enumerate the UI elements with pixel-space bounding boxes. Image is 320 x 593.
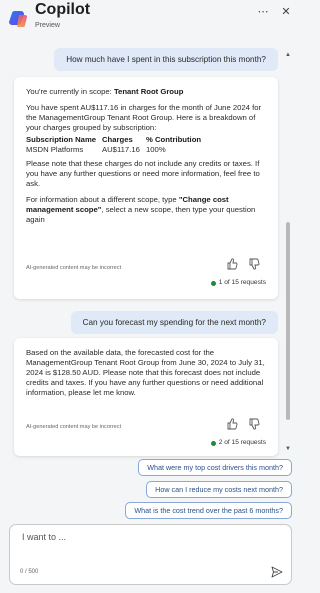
ai-disclaimer: AI-generated content may be incorrect bbox=[26, 265, 122, 271]
charges-note: Please note that these charges do not in… bbox=[26, 159, 260, 188]
send-icon[interactable] bbox=[271, 566, 283, 578]
column-header: % Contribution bbox=[146, 135, 202, 144]
table-row: MSDN Platforms AU$117.16 100% bbox=[26, 145, 266, 155]
scroll-thumb[interactable] bbox=[286, 222, 290, 420]
assistant-message: You're currently in scope: Tenant Root G… bbox=[14, 77, 278, 299]
assistant-message: Based on the available data, the forecas… bbox=[14, 338, 278, 456]
scope-tip-text: For information about a different scope,… bbox=[26, 195, 179, 204]
suggestion-chip[interactable]: How can I reduce my costs next month? bbox=[146, 481, 292, 498]
app-subtitle: Preview bbox=[35, 22, 60, 29]
close-icon[interactable]: ✕ bbox=[279, 5, 293, 19]
request-counter: 1 of 15 requests bbox=[210, 278, 266, 288]
request-count: 1 of 15 requests bbox=[218, 279, 266, 286]
scope-name: Tenant Root Group bbox=[113, 87, 184, 96]
chat-transcript: How much have I spent in this subscripti… bbox=[0, 40, 300, 460]
app-title: Copilot bbox=[35, 1, 91, 18]
request-counter: 2 of 15 requests bbox=[210, 438, 266, 448]
ai-disclaimer: AI-generated content may be incorrect bbox=[26, 424, 122, 430]
scope-prefix: You're currently in scope: bbox=[26, 87, 114, 96]
scroll-down-arrow-icon[interactable]: ▼ bbox=[285, 446, 291, 452]
scope-line: You're currently in scope: Tenant Root G… bbox=[26, 87, 266, 97]
column-header: Charges bbox=[102, 135, 133, 144]
thumbs-down-icon[interactable] bbox=[248, 258, 260, 270]
suggestion-chip[interactable]: What is the cost trend over the past 6 m… bbox=[125, 502, 292, 519]
user-message: Can you forecast my spending for the nex… bbox=[70, 311, 278, 334]
suggestion-chip[interactable]: What were my top cost drivers this month… bbox=[138, 459, 292, 476]
table-cell: 100% bbox=[146, 145, 166, 154]
table-cell: AU$117.16 bbox=[102, 145, 140, 154]
message-input[interactable] bbox=[20, 531, 264, 543]
table-header: Subscription Name Charges % Contribution bbox=[26, 135, 266, 145]
copilot-logo-icon bbox=[9, 10, 27, 27]
request-count: 2 of 15 requests bbox=[218, 439, 266, 446]
status-dot bbox=[210, 440, 216, 446]
status-dot bbox=[210, 280, 216, 286]
user-message: How much have I spent in this subscripti… bbox=[54, 48, 278, 71]
character-counter: 0 / 500 bbox=[20, 569, 39, 575]
header: Copilot Preview ⋯ ✕ bbox=[0, 0, 300, 40]
chat-scrollbar[interactable]: ▲ ▼ bbox=[285, 52, 291, 454]
thumbs-up-icon[interactable] bbox=[226, 258, 238, 270]
message-composer: 0 / 500 bbox=[9, 524, 292, 585]
thumbs-up-icon[interactable] bbox=[226, 418, 238, 430]
scroll-up-arrow-icon[interactable]: ▲ bbox=[285, 52, 291, 58]
scope-tip: For information about a different scope,… bbox=[26, 195, 266, 225]
thumbs-down-icon[interactable] bbox=[248, 418, 260, 430]
more-options-icon[interactable]: ⋯ bbox=[256, 5, 270, 19]
table-cell: MSDN Platforms bbox=[26, 145, 84, 154]
forecast-text: Based on the available data, the forecas… bbox=[26, 348, 265, 397]
column-header: Subscription Name bbox=[26, 135, 97, 144]
spend-intro: You have spent AU$117.16 in charges for … bbox=[26, 103, 262, 132]
